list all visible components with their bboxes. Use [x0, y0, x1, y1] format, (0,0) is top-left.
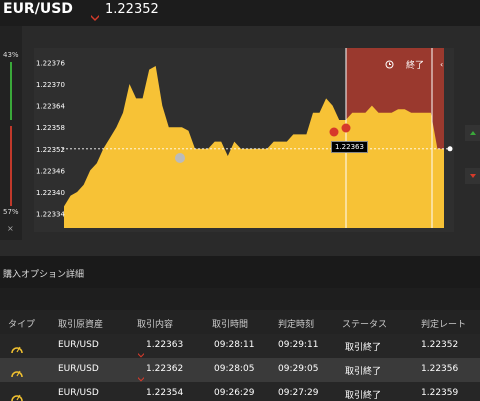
entry-marker: [341, 123, 351, 133]
y-tick-label: 1.22340: [36, 189, 65, 197]
gauge-icon: [10, 364, 24, 383]
entry-marker: [329, 127, 339, 137]
col-judge-time: 判定時刻: [278, 320, 315, 330]
entry-marker: [175, 153, 185, 163]
cell-rate: 1.22352: [421, 340, 459, 350]
col-trade-time: 取引時間: [212, 320, 249, 330]
cell-asset: EUR/USD: [58, 388, 99, 398]
table-row[interactable]: EUR/USD 1.22363 09:28:11 09:29:11 取引終了 1…: [0, 334, 480, 358]
currency-pair-title[interactable]: EUR/USD: [3, 1, 73, 17]
cell-status: 取引終了: [345, 367, 382, 377]
cell-content: 1.22363: [146, 340, 184, 350]
cell-content: 1.22362: [146, 364, 184, 374]
cell-judge-time: 09:27:29: [278, 388, 319, 398]
header-bar: EUR/USD 1.22352: [0, 0, 480, 26]
expiry-label: 終了: [406, 61, 425, 71]
cell-trade-time: 09:28:11: [214, 340, 255, 350]
col-rate: 判定レート: [421, 320, 467, 330]
cell-status: 取引終了: [345, 391, 382, 401]
down-arrow-icon: [137, 391, 145, 401]
gauge-icon: [10, 388, 24, 401]
low-button[interactable]: [465, 168, 480, 184]
y-tick-label: 1.22376: [36, 59, 65, 67]
clock-icon: [385, 60, 394, 72]
cell-judge-time: 09:29:11: [278, 340, 319, 350]
chevron-left-icon[interactable]: ‹: [440, 60, 443, 69]
col-asset: 取引原資産: [58, 320, 104, 330]
cell-trade-time: 09:28:05: [214, 364, 255, 374]
y-tick-label: 1.22334: [36, 211, 65, 219]
high-button[interactable]: [465, 125, 480, 141]
col-type: タイプ: [8, 320, 36, 330]
cell-rate: 1.22359: [421, 388, 459, 398]
up-ratio-bar: [10, 62, 12, 120]
up-percent: 43%: [3, 51, 19, 59]
cell-rate: 1.22356: [421, 364, 459, 374]
down-percent: 57%: [3, 208, 19, 216]
cell-content: 1.22354: [146, 388, 184, 398]
table-header: タイプ 取引原資産 取引内容 取引時間 判定時刻 ステータス 判定レート: [0, 310, 480, 334]
price-chart[interactable]: 1.22376 1.22370 1.22364 1.22358 1.22352 1.223…: [34, 48, 454, 232]
y-tick-label: 1.22358: [36, 124, 65, 132]
down-arrow-icon: [90, 7, 100, 26]
col-content: 取引内容: [137, 320, 174, 330]
cell-trade-time: 09:26:29: [214, 388, 255, 398]
sentiment-sidebar: 43% 57% ×: [0, 26, 22, 240]
gauge-icon: [10, 340, 24, 359]
cell-asset: EUR/USD: [58, 364, 99, 374]
y-tick-label: 1.22364: [36, 103, 65, 111]
table-row[interactable]: EUR/USD 1.22362 09:28:05 09:29:05 取引終了 1…: [0, 358, 480, 382]
y-tick-label: 1.22370: [36, 81, 65, 89]
col-status: ステータス: [342, 320, 388, 330]
cell-status: 取引終了: [345, 343, 382, 353]
down-ratio-bar: [10, 126, 12, 206]
entry-rate-callout: 1.22363: [331, 141, 368, 153]
table-row[interactable]: EUR/USD 1.22354 09:26:29 09:27:29 取引終了 1…: [0, 382, 480, 401]
up-arrow-icon: [469, 131, 476, 135]
options-table: タイプ 取引原資産 取引内容 取引時間 判定時刻 ステータス 判定レート EUR…: [0, 288, 480, 401]
close-sidebar-button[interactable]: ×: [7, 224, 14, 233]
y-tick-label: 1.22346: [36, 167, 65, 175]
down-arrow-icon: [469, 174, 476, 178]
details-title: 購入オプション詳細: [3, 270, 85, 280]
current-rate-dot: [447, 146, 453, 152]
cell-asset: EUR/USD: [58, 340, 99, 350]
y-tick-label: 1.22352: [36, 146, 65, 154]
current-rate: 1.22352: [105, 2, 159, 17]
cell-judge-time: 09:29:05: [278, 364, 319, 374]
